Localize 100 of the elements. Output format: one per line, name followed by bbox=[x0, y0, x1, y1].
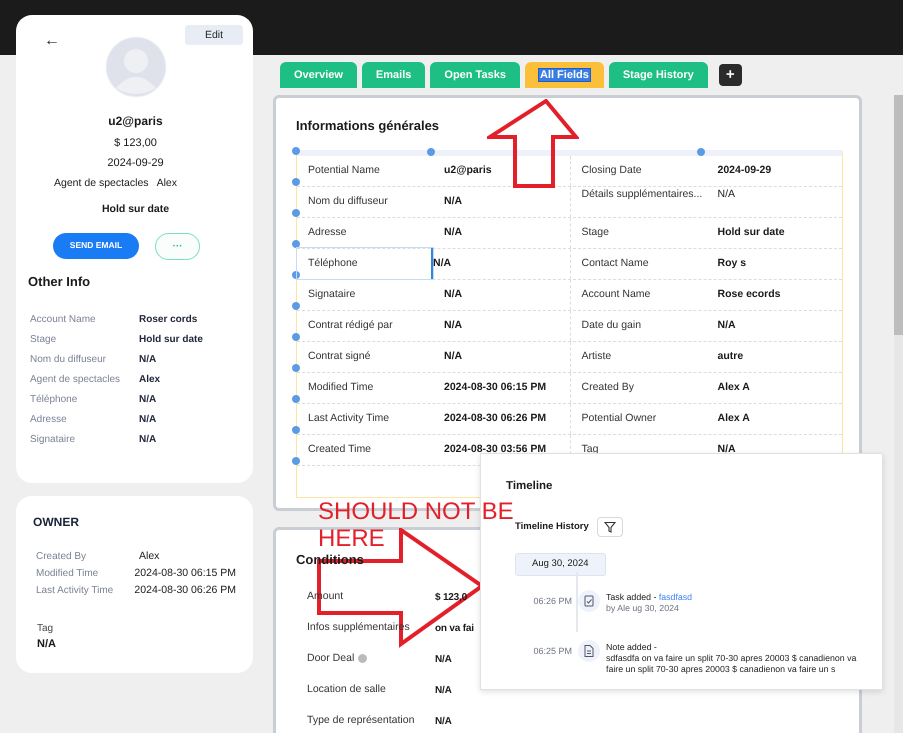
field-value: N/A bbox=[139, 353, 156, 367]
scrollbar[interactable] bbox=[894, 95, 903, 733]
field-label[interactable]: Signataire bbox=[308, 286, 444, 302]
time: 06:25 PM bbox=[532, 644, 572, 658]
field-label[interactable]: Account Name bbox=[582, 286, 718, 302]
field-label[interactable]: Potential Owner bbox=[582, 410, 718, 426]
resize-handle[interactable] bbox=[292, 302, 300, 310]
field-value: Alex bbox=[139, 373, 160, 387]
field-value: N/A bbox=[718, 318, 736, 333]
field-value: Hold sur date bbox=[139, 333, 203, 347]
field-label[interactable]: Modified Time bbox=[308, 380, 444, 396]
field-label[interactable]: Contrat signé bbox=[308, 348, 444, 364]
field-value: 2024-09-29 bbox=[718, 162, 772, 178]
field-label: Téléphone bbox=[30, 393, 78, 407]
field-label[interactable]: Contrat rédigé par bbox=[308, 318, 444, 334]
task-icon bbox=[582, 594, 596, 608]
field-label: Agent de spectacles bbox=[30, 373, 122, 387]
field-value: N/A bbox=[444, 318, 462, 333]
section-title: Informations générales bbox=[296, 118, 440, 134]
field-label[interactable]: Created Time bbox=[308, 442, 444, 458]
field-value: N/A bbox=[435, 714, 452, 728]
field-label[interactable]: Adresse bbox=[308, 224, 444, 240]
section-title: OWNER bbox=[33, 514, 80, 531]
add-tab-button[interactable]: + bbox=[718, 64, 742, 86]
field-value: Alex bbox=[156, 176, 177, 191]
field-value: N/A bbox=[139, 393, 156, 407]
resize-handle[interactable] bbox=[292, 178, 300, 186]
field-label[interactable]: Stage bbox=[582, 224, 718, 240]
stage: Hold sur date bbox=[100, 202, 170, 217]
entry-link[interactable]: fasdfasd bbox=[658, 592, 692, 602]
popup-title: Timeline bbox=[506, 479, 554, 494]
annotation-text: SHOULD NOT BE bbox=[318, 499, 514, 525]
field-label: Signataire bbox=[30, 433, 76, 447]
filter-icon bbox=[604, 521, 616, 534]
annotation-text: HERE bbox=[318, 526, 385, 552]
field-label[interactable]: Artiste bbox=[582, 348, 718, 364]
field-value: N/A bbox=[444, 348, 462, 364]
resize-handle[interactable] bbox=[292, 426, 300, 434]
field-label[interactable]: Contact Name bbox=[582, 256, 718, 272]
field-label: Tag bbox=[37, 622, 54, 636]
contact-name: u2@paris bbox=[107, 113, 164, 130]
resize-handle[interactable] bbox=[292, 332, 300, 340]
resize-handle[interactable] bbox=[427, 148, 435, 156]
entry-title: Note added - bbox=[606, 642, 657, 652]
field-label: Created By bbox=[36, 550, 88, 564]
field-value: N/A bbox=[435, 684, 452, 698]
field-label[interactable]: Closing Date bbox=[582, 162, 718, 178]
field-value: Rose ecords bbox=[718, 286, 781, 302]
field-label[interactable]: Date du gain bbox=[582, 318, 718, 334]
field-label: Location de salle bbox=[307, 682, 387, 698]
field-value: Alex bbox=[139, 549, 160, 564]
field-label: Nom du diffuseur bbox=[30, 353, 107, 367]
time: 06:26 PM bbox=[532, 594, 572, 608]
field-value: Roy s bbox=[718, 256, 746, 271]
field-value: N/A bbox=[444, 286, 462, 302]
entry-detail: by Ale ug 30, 2024 bbox=[606, 602, 680, 614]
resize-handle[interactable] bbox=[292, 146, 300, 154]
field-label: Stage bbox=[30, 333, 58, 347]
resize-handle[interactable] bbox=[292, 208, 300, 216]
field-value: 2024-08-30 06:15 PM bbox=[444, 380, 546, 395]
resize-handle[interactable] bbox=[292, 456, 300, 464]
field-label: Account Name bbox=[30, 313, 97, 327]
field-label[interactable]: Détails supplémentaires... bbox=[582, 186, 718, 202]
entry-title: Task added - bbox=[606, 592, 658, 602]
field-label[interactable]: Nom du diffuseur bbox=[308, 194, 444, 210]
field-value: 2024-08-30 06:15 PM bbox=[134, 566, 236, 581]
closing-date: 2024-09-29 bbox=[106, 156, 165, 170]
entry-detail: sdfasdfa on va faire un split 70-30 apres 20003 $ canadienon va faire un split 70-30 apres 20003 $ canadienon va faire un s bbox=[606, 652, 858, 674]
field-value: Alex A bbox=[718, 380, 750, 395]
amount: $ 123,00 bbox=[113, 136, 158, 151]
resize-handle[interactable] bbox=[697, 148, 705, 156]
field-value: 2024-08-30 06:26 PM bbox=[444, 410, 546, 426]
edit-button[interactable]: Edit bbox=[185, 25, 243, 45]
field-value: N/A bbox=[444, 224, 462, 240]
field-value: Hold sur date bbox=[718, 224, 785, 240]
resize-handle[interactable] bbox=[292, 394, 300, 402]
field-label[interactable]: Last Activity Time bbox=[308, 410, 444, 426]
avatar bbox=[104, 36, 166, 98]
field-value: on va fai bbox=[435, 622, 474, 636]
field-label[interactable]: Téléphone bbox=[297, 248, 433, 279]
filter-button[interactable] bbox=[596, 517, 623, 538]
field-label: Door Deal bbox=[307, 651, 435, 667]
resize-handle[interactable] bbox=[292, 364, 300, 372]
field-value: N/A bbox=[37, 637, 57, 652]
send-email-button[interactable]: SEND EMAIL bbox=[53, 232, 139, 258]
field-label: Last Activity Time bbox=[36, 584, 114, 598]
note-icon bbox=[582, 644, 596, 658]
field-value: u2@paris bbox=[444, 162, 492, 178]
resize-handle[interactable] bbox=[292, 240, 300, 248]
section-title: Timeline History bbox=[515, 520, 589, 534]
field-label[interactable]: Created By bbox=[582, 380, 718, 396]
back-button[interactable]: ← bbox=[44, 29, 60, 53]
tab[interactable]: All Fields bbox=[524, 62, 604, 88]
field-value: N/A bbox=[718, 442, 736, 457]
field-value: 2024-08-30 06:26 PM bbox=[134, 583, 236, 598]
field-value: N/A bbox=[139, 433, 156, 447]
field-value: N/A bbox=[444, 194, 462, 209]
field-value: autre bbox=[718, 348, 744, 364]
field-label[interactable]: Potential Name bbox=[308, 162, 444, 178]
field-value: Alex A bbox=[718, 410, 750, 426]
